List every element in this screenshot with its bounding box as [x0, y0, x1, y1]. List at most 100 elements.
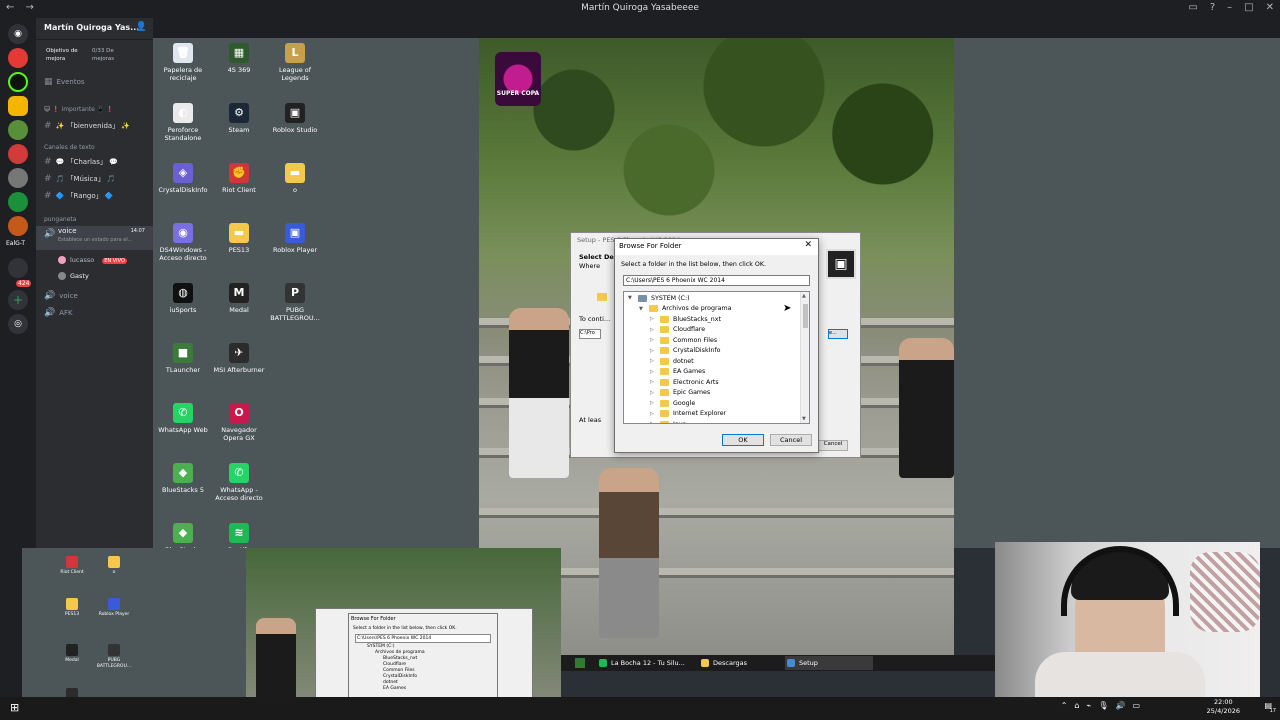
- tree-item[interactable]: ▷ Common Files: [650, 335, 717, 346]
- tree-item[interactable]: ▼ Archivos de programa: [639, 304, 731, 315]
- tree-item[interactable]: ▷ Cloudflare: [650, 325, 705, 336]
- chevron-right-icon[interactable]: ▷: [650, 337, 660, 343]
- taskbar-item[interactable]: Setup: [785, 656, 873, 670]
- setup-browse-button[interactable]: e...: [828, 329, 848, 339]
- voice-user-lucasso[interactable]: lucasso EN VIVO: [36, 252, 153, 268]
- tree-item[interactable]: ▼ SYSTEM (C:): [628, 293, 690, 304]
- close-icon[interactable]: ✕: [1266, 2, 1274, 13]
- channel-ranks[interactable]: # 🔷 「Rango」 🔷: [36, 188, 153, 204]
- invite-icon[interactable]: 👤: [136, 22, 147, 32]
- tree-item[interactable]: ▷ CrystalDiskInfo: [650, 346, 721, 357]
- desktop-icon[interactable]: ✆ WhatsApp - Acceso directo: [211, 463, 267, 502]
- tree-scrollbar[interactable]: ▲ ▼: [800, 292, 809, 423]
- channel-music[interactable]: # 🎵 「Música」 🎵: [36, 171, 153, 187]
- help-icon[interactable]: ?: [1210, 2, 1215, 13]
- cancel-button[interactable]: Cancel: [770, 434, 812, 446]
- folder-path-field[interactable]: C:\Users\PES 6 Phoenix WC 2014: [623, 275, 810, 286]
- volume-icon[interactable]: 🔊: [1115, 701, 1125, 710]
- ok-button[interactable]: OK: [722, 434, 764, 446]
- tree-item[interactable]: ▷ dotnet: [650, 356, 694, 367]
- tree-item[interactable]: ▷ Epic Games: [650, 388, 710, 399]
- inbox-icon[interactable]: ▭: [1188, 2, 1197, 13]
- chevron-right-icon[interactable]: ▷: [650, 400, 660, 406]
- server-icon-game[interactable]: [8, 144, 28, 164]
- chevron-right-icon[interactable]: ▷: [650, 421, 660, 423]
- tree-item[interactable]: ▷ Internet Explorer: [650, 409, 726, 420]
- chevron-up-icon[interactable]: ⌃: [1061, 701, 1068, 710]
- folder-tree[interactable]: ▲ ▼ ▼ SYSTEM (C:) ▼ Archivos de programa ▷ Bl…: [623, 291, 810, 424]
- chevron-right-icon[interactable]: ▷: [650, 348, 660, 354]
- server-icon-folder[interactable]: [8, 258, 28, 278]
- chevron-right-icon[interactable]: ▷: [650, 327, 660, 333]
- close-icon[interactable]: ✕: [804, 240, 812, 250]
- voice-user-gasty[interactable]: Gasty: [36, 268, 153, 284]
- desktop-icon[interactable]: O Navegador Opera GX: [211, 403, 267, 442]
- server-icon-kick[interactable]: [8, 72, 28, 92]
- taskbar-item[interactable]: Descargas: [699, 656, 779, 670]
- desktop-icon[interactable]: ◐ Peroforce Standalone: [155, 103, 211, 142]
- server-icon-pokeball[interactable]: [8, 48, 28, 68]
- desktop-icon[interactable]: ◉ DS4Windows - Acceso directo: [155, 223, 211, 262]
- desktop-icon[interactable]: M Medal: [211, 283, 267, 314]
- chevron-right-icon[interactable]: ▷: [650, 411, 660, 417]
- tree-item[interactable]: ▷ Electronic Arts: [650, 377, 719, 388]
- network-icon[interactable]: ⌂: [1074, 701, 1079, 710]
- voice-channel-active[interactable]: 🔊 voice 14:07 Establece un estado para el…: [36, 226, 153, 250]
- desktop-icon[interactable]: ▣ Roblox Player: [267, 223, 323, 254]
- setup-path-field[interactable]: C:\Pro: [579, 329, 601, 339]
- chevron-right-icon[interactable]: ▷: [650, 390, 660, 396]
- guild-header[interactable]: Martín Quiroga Yas... 👤: [36, 18, 153, 40]
- boost-goal[interactable]: Objetivo de mejora 0/33 De mejoras: [36, 44, 153, 64]
- chevron-down-icon[interactable]: ▼: [628, 295, 638, 301]
- scroll-thumb[interactable]: [803, 304, 808, 328]
- desktop-icon[interactable]: ◈ CrystalDiskInfo: [155, 163, 211, 194]
- tree-item[interactable]: ▷ EA Games: [650, 367, 705, 378]
- server-icon-avatar[interactable]: [8, 168, 28, 188]
- setup-cancel-button[interactable]: Cancel: [818, 440, 848, 451]
- discord-home-icon[interactable]: ◉: [8, 24, 28, 44]
- tree-item[interactable]: ▷ Java: [650, 419, 686, 423]
- desktop-icon[interactable]: ▬ o: [267, 163, 323, 194]
- category-important[interactable]: 😺 ❗ importante 📱 ❗: [36, 102, 153, 118]
- add-server-icon[interactable]: +: [8, 290, 28, 310]
- scroll-up-icon[interactable]: ▲: [802, 293, 806, 299]
- chevron-right-icon[interactable]: ▷: [650, 358, 660, 364]
- voice-channel-2[interactable]: 🔊 voice: [36, 288, 153, 304]
- desktop-icon[interactable]: ■ TLauncher: [155, 343, 211, 374]
- desktop-icon[interactable]: ⚙ Steam: [211, 103, 267, 134]
- chevron-right-icon[interactable]: ▷: [650, 316, 660, 322]
- scroll-down-icon[interactable]: ▼: [802, 416, 806, 422]
- server-icon-orange[interactable]: [8, 216, 28, 236]
- desktop-icon[interactable]: ◍ iuSports: [155, 283, 211, 314]
- tree-item[interactable]: ▷ Google: [650, 398, 695, 409]
- clock[interactable]: 22:00 25/4/2026: [1207, 698, 1240, 716]
- server-icon-r[interactable]: [8, 96, 28, 116]
- desktop-icon[interactable]: ▬ PES13: [211, 223, 267, 254]
- desktop-icon[interactable]: ✊ Riot Client: [211, 163, 267, 194]
- desktop-icon[interactable]: P PUBG BATTLEGROU...: [267, 283, 323, 322]
- server-icon-shrek[interactable]: [8, 120, 28, 140]
- windows-start-icon[interactable]: ⊞: [10, 701, 19, 714]
- desktop-icon[interactable]: ✆ WhatsApp Web: [155, 403, 211, 434]
- desktop-icon[interactable]: ◆ BlueStacks 5: [155, 463, 211, 494]
- taskbar-item[interactable]: La Bocha 12 - Tu Silu...: [597, 656, 695, 670]
- desktop-icon[interactable]: ▦ 4S 369: [211, 43, 267, 74]
- mic-icon[interactable]: 🎙: [1098, 701, 1108, 710]
- desktop-icon[interactable]: ▣ Roblox Studio: [267, 103, 323, 134]
- tree-item[interactable]: ▷ BlueStacks_nxt: [650, 314, 721, 325]
- chevron-right-icon[interactable]: ▷: [650, 369, 660, 375]
- minimize-icon[interactable]: –: [1227, 2, 1232, 13]
- battery-icon[interactable]: ▭: [1132, 701, 1140, 710]
- discover-icon[interactable]: ◎: [8, 314, 28, 334]
- events-item[interactable]: ▦ Eventos: [36, 74, 153, 90]
- desktop-icon[interactable]: 🗑 Papelera de reciclaje: [155, 43, 211, 82]
- desktop-icon[interactable]: ✈ MSI Afterburner: [211, 343, 267, 374]
- usb-icon[interactable]: ⌁: [1086, 701, 1091, 710]
- maximize-icon[interactable]: □: [1244, 2, 1253, 13]
- app-icon[interactable]: [575, 658, 585, 668]
- server-icon-seven[interactable]: [8, 192, 28, 212]
- chevron-down-icon[interactable]: ▼: [639, 306, 649, 312]
- voice-channel-afk[interactable]: 🔊 AFK: [36, 305, 153, 321]
- chevron-right-icon[interactable]: ▷: [650, 379, 660, 385]
- channel-welcome[interactable]: # ✨ 「bienvenida」 ✨: [36, 118, 153, 134]
